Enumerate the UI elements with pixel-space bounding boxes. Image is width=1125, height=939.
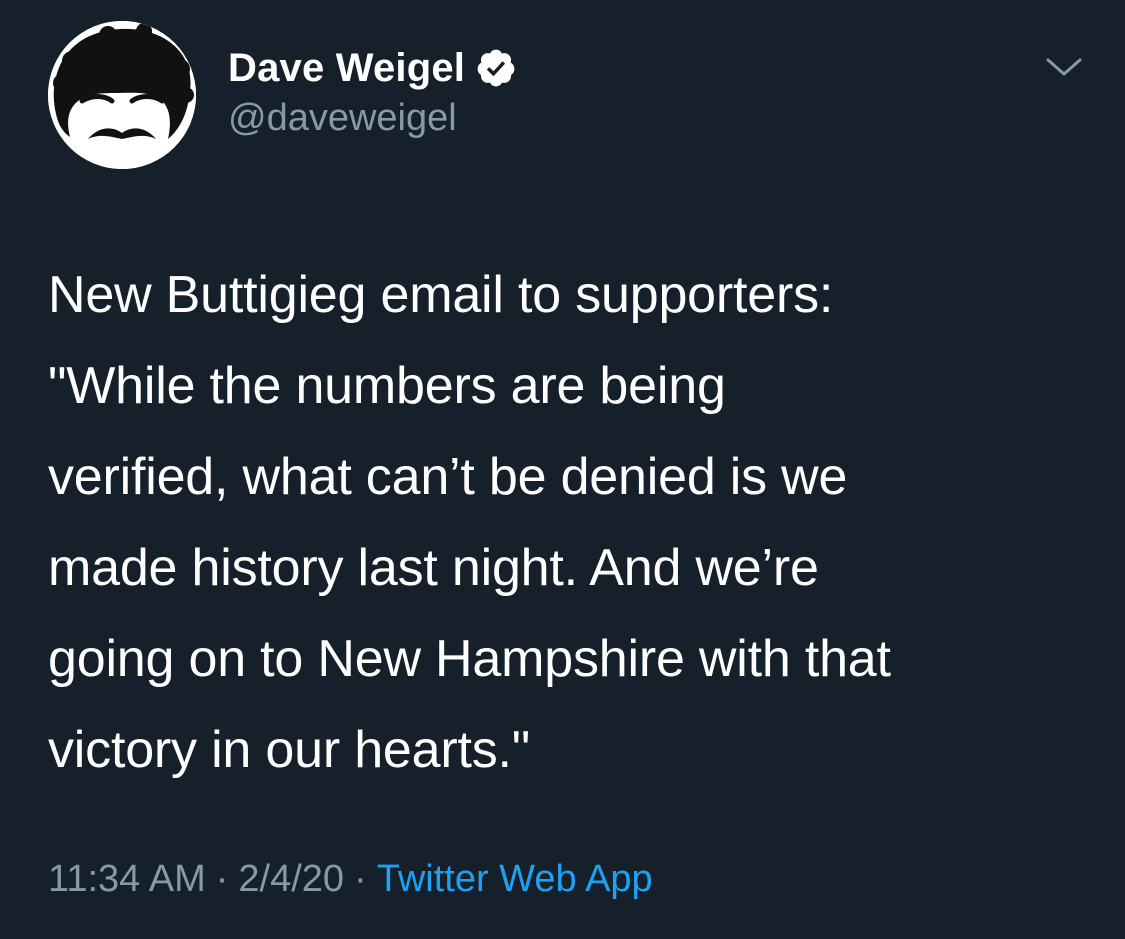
- tweet-card: Dave Weigel @daveweigel New Buttigieg em…: [0, 0, 1125, 939]
- tweet-source-link[interactable]: Twitter Web App: [377, 858, 653, 900]
- verified-badge-icon: [475, 47, 517, 89]
- caricature-avatar-icon: [48, 21, 196, 169]
- chevron-down-icon[interactable]: [1042, 52, 1086, 82]
- author-handle[interactable]: @daveweigel: [228, 97, 457, 140]
- tweet-metadata: 11:34 AM · 2/4/20 · Twitter Web App: [48, 858, 653, 901]
- author-display-name[interactable]: Dave Weigel: [228, 46, 465, 91]
- separator-dot: ·: [354, 858, 367, 900]
- avatar[interactable]: [48, 21, 196, 169]
- author-name-row[interactable]: Dave Weigel: [228, 44, 517, 92]
- tweet-time[interactable]: 11:34 AM: [48, 858, 206, 900]
- tweet-date[interactable]: 2/4/20: [238, 858, 344, 900]
- separator-dot: ·: [215, 858, 229, 900]
- tweet-text: New Buttigieg email to supporters: "Whil…: [48, 266, 891, 779]
